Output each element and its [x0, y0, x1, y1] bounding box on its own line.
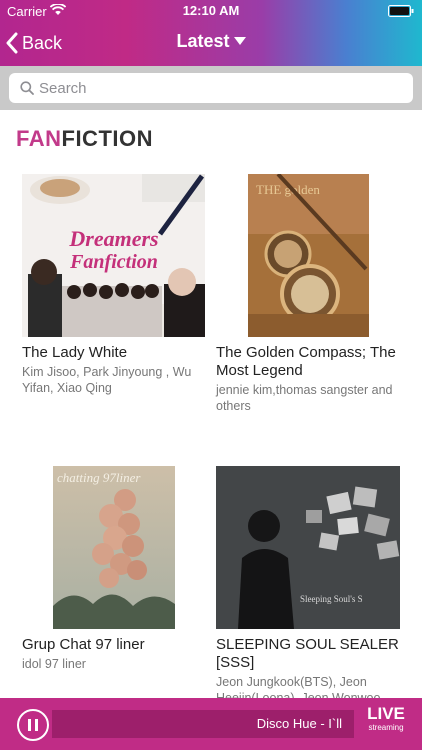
status-bar: Carrier 12:10 AM — [0, 0, 422, 22]
cover-art: Sleeping Soul's S — [216, 466, 400, 629]
story-title: The Golden Compass; The Most Legend — [216, 344, 396, 379]
story-authors: Kim Jisoo, Park Jinyoung , Wu Yifan, Xia… — [22, 365, 192, 395]
latest-dropdown[interactable]: Latest — [176, 31, 246, 52]
live-sub-label: streaming — [368, 723, 404, 732]
live-label: LIVE — [367, 704, 405, 723]
story-card[interactable]: Dreamers Fanfiction The Lady White Kim J… — [22, 174, 212, 414]
story-card[interactable]: Sleeping Soul's S SLEEPING SOUL SEALER [… — [216, 466, 406, 698]
story-authors: jennie kim,thomas sangster and others — [216, 383, 393, 413]
search-input[interactable] — [39, 73, 399, 103]
now-playing-ticker: Disco Hue - I`ll — [52, 710, 354, 738]
now-playing-text: Disco Hue - I`ll — [256, 716, 342, 731]
story-cover: THE golden — [248, 174, 369, 337]
battery-icon — [388, 5, 414, 17]
section-title-rest: FICTION — [61, 126, 153, 151]
story-card[interactable]: THE golden The Golden Compass; The Most … — [216, 174, 406, 414]
pause-icon — [28, 719, 38, 731]
cover-title-1: Dreamers — [68, 226, 158, 251]
nav-title-area: Latest — [0, 31, 422, 52]
section-title-accent: FAN — [16, 126, 62, 151]
story-card[interactable]: chatting 97liner Grup Chat 97 liner idol… — [22, 466, 212, 696]
story-authors: idol 97 liner — [22, 657, 86, 671]
player-bar: Disco Hue - I`ll LIVE streaming — [0, 698, 422, 750]
status-time: 12:10 AM — [182, 3, 240, 18]
story-title: The Lady White — [22, 344, 128, 361]
caret-down-icon — [233, 37, 246, 45]
pause-button[interactable] — [17, 709, 49, 741]
cover-art: Dreamers Fanfiction — [22, 174, 205, 337]
search-bar — [0, 66, 422, 110]
search-icon — [20, 81, 34, 95]
cover-art: chatting 97liner — [53, 466, 175, 629]
search-field-container[interactable] — [9, 73, 413, 103]
cover-title-2: Fanfiction — [69, 251, 158, 273]
story-authors: Jeon Jungkook(BTS), Jeon Heejin(Loona), … — [216, 675, 381, 698]
nav-title: Latest — [176, 31, 230, 51]
story-cover: Sleeping Soul's S — [216, 466, 400, 629]
cover-art: THE golden — [248, 174, 369, 337]
cover-title: Sleeping Soul's S — [300, 594, 363, 604]
story-cover: Dreamers Fanfiction — [22, 174, 205, 337]
section-title: FANFICTION — [16, 126, 153, 152]
story-cover: chatting 97liner — [53, 466, 175, 629]
nav-header: Carrier 12:10 AM Back Latest — [0, 0, 422, 66]
story-title: Grup Chat 97 liner — [22, 636, 145, 653]
live-streaming-button[interactable]: LIVE streaming — [358, 705, 414, 733]
story-title: SLEEPING SOUL SEALER [SSS] — [216, 636, 399, 671]
cover-title: chatting 97liner — [57, 470, 141, 485]
